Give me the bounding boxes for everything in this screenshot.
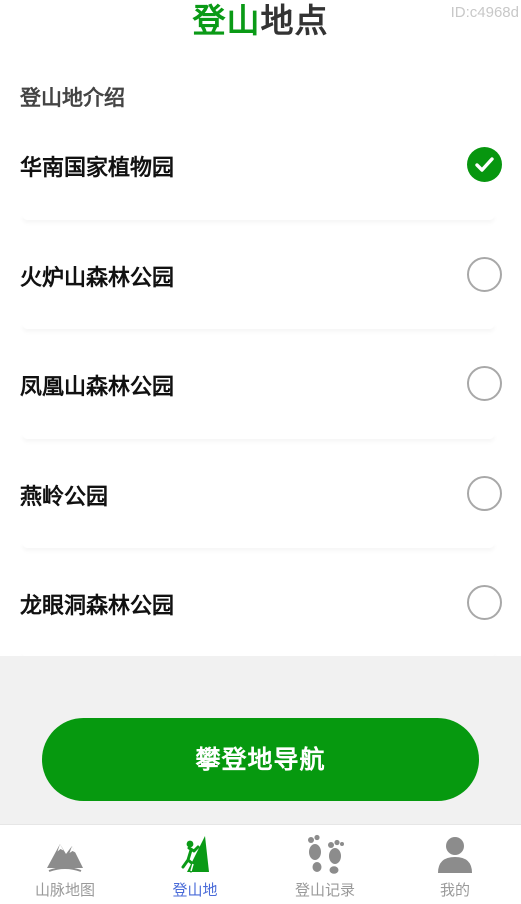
- user-icon: [438, 837, 472, 873]
- check-icon: [475, 157, 494, 172]
- radio-unchecked[interactable]: [467, 585, 502, 620]
- location-name: 凤凰山森林公园: [20, 375, 175, 400]
- location-name: 龙眼洞森林公园: [20, 594, 175, 619]
- location-item[interactable]: 火炉山森林公园: [0, 220, 521, 330]
- location-item[interactable]: 凤凰山森林公园: [0, 329, 521, 439]
- climber-icon: [181, 836, 209, 873]
- location-name: 燕岭公园: [20, 484, 109, 510]
- page-title: 登山地点: [0, 0, 521, 42]
- location-item[interactable]: 华南国家植物园: [0, 110, 521, 220]
- section-title: 登山地介绍: [20, 86, 125, 110]
- location-name: 华南国家植物园: [20, 156, 175, 181]
- page-title-green: 登山: [192, 1, 261, 40]
- footprints-icon: [308, 834, 344, 874]
- mountain-icon: [47, 844, 83, 872]
- header: 登山地点 ID:c4968d: [0, 0, 521, 44]
- tab-climb-records[interactable]: 登山记录: [260, 825, 390, 904]
- tab-mountain-map[interactable]: 山脉地图: [0, 825, 130, 904]
- action-area: 攀登地导航: [0, 656, 521, 824]
- location-name: 火炉山森林公园: [20, 265, 175, 291]
- radio-unchecked[interactable]: [467, 366, 502, 401]
- radio-unchecked[interactable]: [467, 256, 502, 292]
- radio-checked[interactable]: [467, 147, 502, 182]
- tab-label: 山脉地图: [34, 881, 95, 899]
- tab-label: 登山记录: [294, 881, 355, 899]
- radio-unchecked[interactable]: [467, 475, 502, 511]
- page-title-dark: 地点: [260, 1, 329, 40]
- watermark-id: ID:c4968d: [450, 4, 519, 21]
- tab-label: 我的: [439, 881, 470, 899]
- tab-bar: 山脉地图 登山地 登山记录 我的: [0, 824, 521, 904]
- tab-label: 登山地: [172, 881, 218, 899]
- tab-climbing-spot[interactable]: 登山地: [130, 825, 260, 904]
- navigate-button[interactable]: 攀登地导航: [42, 718, 479, 801]
- tab-profile[interactable]: 我的: [390, 825, 520, 904]
- location-item[interactable]: 龙眼洞森林公园: [0, 548, 521, 658]
- location-list: 华南国家植物园 火炉山森林公园 凤凰山森林公园 燕岭公园 龙眼洞森林公园: [0, 110, 521, 658]
- location-item[interactable]: 燕岭公园: [0, 439, 521, 549]
